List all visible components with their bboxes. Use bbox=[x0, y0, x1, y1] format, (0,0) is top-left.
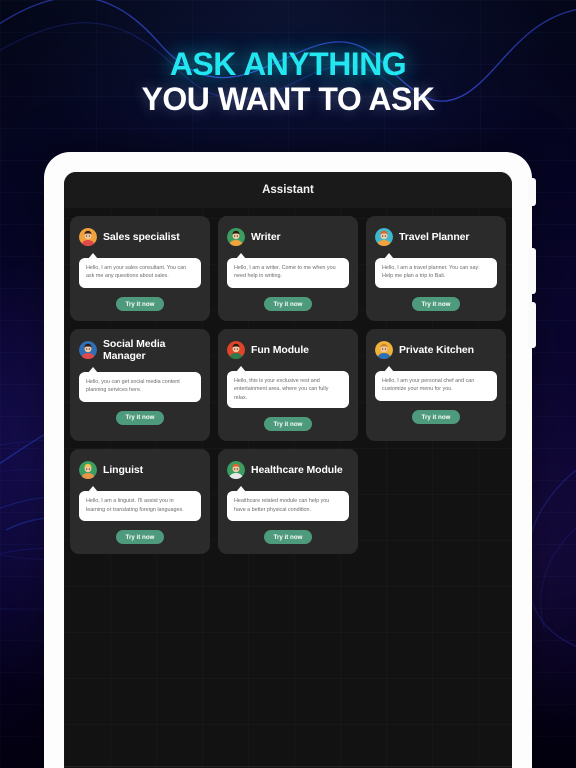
page-title: Assistant bbox=[262, 184, 314, 196]
card-message-text: Hello, I am a linguist. I'll assist you … bbox=[86, 498, 184, 513]
card-header: Sales specialist bbox=[79, 225, 201, 249]
card-message-bubble: Hello, I am a writer. Come to me when yo… bbox=[227, 253, 349, 288]
avatar-private-kitchen bbox=[375, 341, 393, 359]
try-it-now-button[interactable]: Try it now bbox=[411, 297, 461, 311]
card-action-row: Try it now bbox=[375, 410, 497, 424]
assistant-card[interactable]: Sales specialist Hello, I am your sales c… bbox=[70, 216, 210, 321]
try-it-now-button[interactable]: Try it now bbox=[263, 417, 313, 432]
avatar-social-media-manager bbox=[79, 341, 97, 360]
avatar-fun-module bbox=[227, 341, 245, 359]
card-title: Healthcare Module bbox=[251, 463, 343, 476]
card-header: Private Kitchen bbox=[375, 338, 497, 362]
card-header: Fun Module bbox=[227, 338, 349, 362]
assistant-card[interactable]: Travel Planner Hello, I am a travel plann… bbox=[366, 216, 506, 321]
card-title: Linguist bbox=[103, 463, 144, 476]
card-action-row: Try it now bbox=[79, 297, 201, 311]
volume-down-button[interactable] bbox=[528, 302, 536, 348]
card-title: Private Kitchen bbox=[399, 343, 474, 356]
card-title: Social Media Manager bbox=[103, 338, 166, 363]
card-message-bubble: Hello, this is your exclusive rest and e… bbox=[227, 365, 349, 409]
card-message-text: Hello, I am your sales consultant. You c… bbox=[86, 265, 187, 280]
card-header: Writer bbox=[227, 225, 349, 249]
card-action-row: Try it now bbox=[375, 297, 497, 311]
card-message-text: Hello, I am a travel planner. You can sa… bbox=[382, 265, 480, 280]
card-action-row: Try it now bbox=[79, 410, 201, 425]
card-message-bubble: Hello, I am a linguist. I'll assist you … bbox=[79, 486, 201, 522]
card-action-row: Try it now bbox=[227, 417, 349, 432]
tablet-device-frame: Assistant Sales specialist Hello, I am yo… bbox=[44, 152, 536, 768]
card-title: Writer bbox=[251, 230, 281, 243]
card-header: Healthcare Module bbox=[227, 458, 349, 482]
card-title: Sales specialist bbox=[103, 230, 180, 243]
card-message-text: Hello, you can get social media content … bbox=[86, 378, 180, 394]
avatar-healthcare-module bbox=[227, 461, 245, 480]
app-header: Assistant bbox=[64, 172, 512, 208]
card-title: Fun Module bbox=[251, 343, 309, 356]
assistant-card[interactable]: Linguist Hello, I am a linguist. I'll ass… bbox=[70, 449, 210, 555]
avatar-travel-planner bbox=[375, 228, 393, 246]
card-title: Travel Planner bbox=[399, 230, 470, 243]
assistant-card[interactable]: Private Kitchen Hello, I am your personal… bbox=[366, 329, 506, 442]
try-it-now-button[interactable]: Try it now bbox=[263, 530, 313, 545]
card-header: Linguist bbox=[79, 458, 201, 482]
card-message-bubble: Hello, I am your sales consultant. You c… bbox=[79, 253, 201, 288]
content-area: Sales specialist Hello, I am your sales c… bbox=[64, 208, 512, 766]
card-message-text: Hello, this is your exclusive rest and e… bbox=[234, 378, 329, 401]
try-it-now-button[interactable]: Try it now bbox=[263, 297, 313, 311]
headline: ASK ANYTHING YOU WANT TO ASK bbox=[0, 48, 576, 118]
card-message-bubble: Hello, I am a travel planner. You can sa… bbox=[375, 253, 497, 288]
tablet-screen: Assistant Sales specialist Hello, I am yo… bbox=[64, 172, 512, 768]
card-action-row: Try it now bbox=[227, 297, 349, 311]
try-it-now-button[interactable]: Try it now bbox=[411, 410, 461, 424]
headline-line-2: YOU WANT TO ASK bbox=[141, 80, 435, 117]
assistant-card[interactable]: Fun Module Hello, this is your exclusive … bbox=[218, 329, 358, 442]
headline-line-1: ASK ANYTHING bbox=[169, 46, 407, 82]
card-message-text: Hello, I am your personal chef and can c… bbox=[382, 378, 475, 393]
card-message-bubble: Hello, you can get social media content … bbox=[79, 366, 201, 402]
volume-up-button[interactable] bbox=[528, 248, 536, 294]
try-it-now-button[interactable]: Try it now bbox=[115, 530, 165, 545]
card-message-bubble: Healthcare related module can help you h… bbox=[227, 486, 349, 522]
card-action-row: Try it now bbox=[227, 530, 349, 545]
card-header: Travel Planner bbox=[375, 225, 497, 249]
assistant-card[interactable]: Healthcare Module Healthcare related modu… bbox=[218, 449, 358, 555]
card-message-bubble: Hello, I am your personal chef and can c… bbox=[375, 366, 497, 401]
try-it-now-button[interactable]: Try it now bbox=[115, 297, 165, 311]
avatar-sales-specialist bbox=[79, 228, 97, 246]
assistant-card[interactable]: Writer Hello, I am a writer. Come to me w… bbox=[218, 216, 358, 321]
assistant-card[interactable]: Social Media Manager Hello, you can get s… bbox=[70, 329, 210, 442]
try-it-now-button[interactable]: Try it now bbox=[115, 410, 165, 425]
avatar-linguist bbox=[79, 461, 97, 480]
card-header: Social Media Manager bbox=[79, 338, 201, 363]
card-message-text: Healthcare related module can help you h… bbox=[234, 498, 330, 513]
card-message-text: Hello, I am a writer. Come to me when yo… bbox=[234, 265, 336, 280]
assistant-card-grid: Sales specialist Hello, I am your sales c… bbox=[70, 216, 506, 555]
avatar-writer bbox=[227, 228, 245, 246]
power-button[interactable] bbox=[528, 178, 536, 206]
card-action-row: Try it now bbox=[79, 530, 201, 545]
